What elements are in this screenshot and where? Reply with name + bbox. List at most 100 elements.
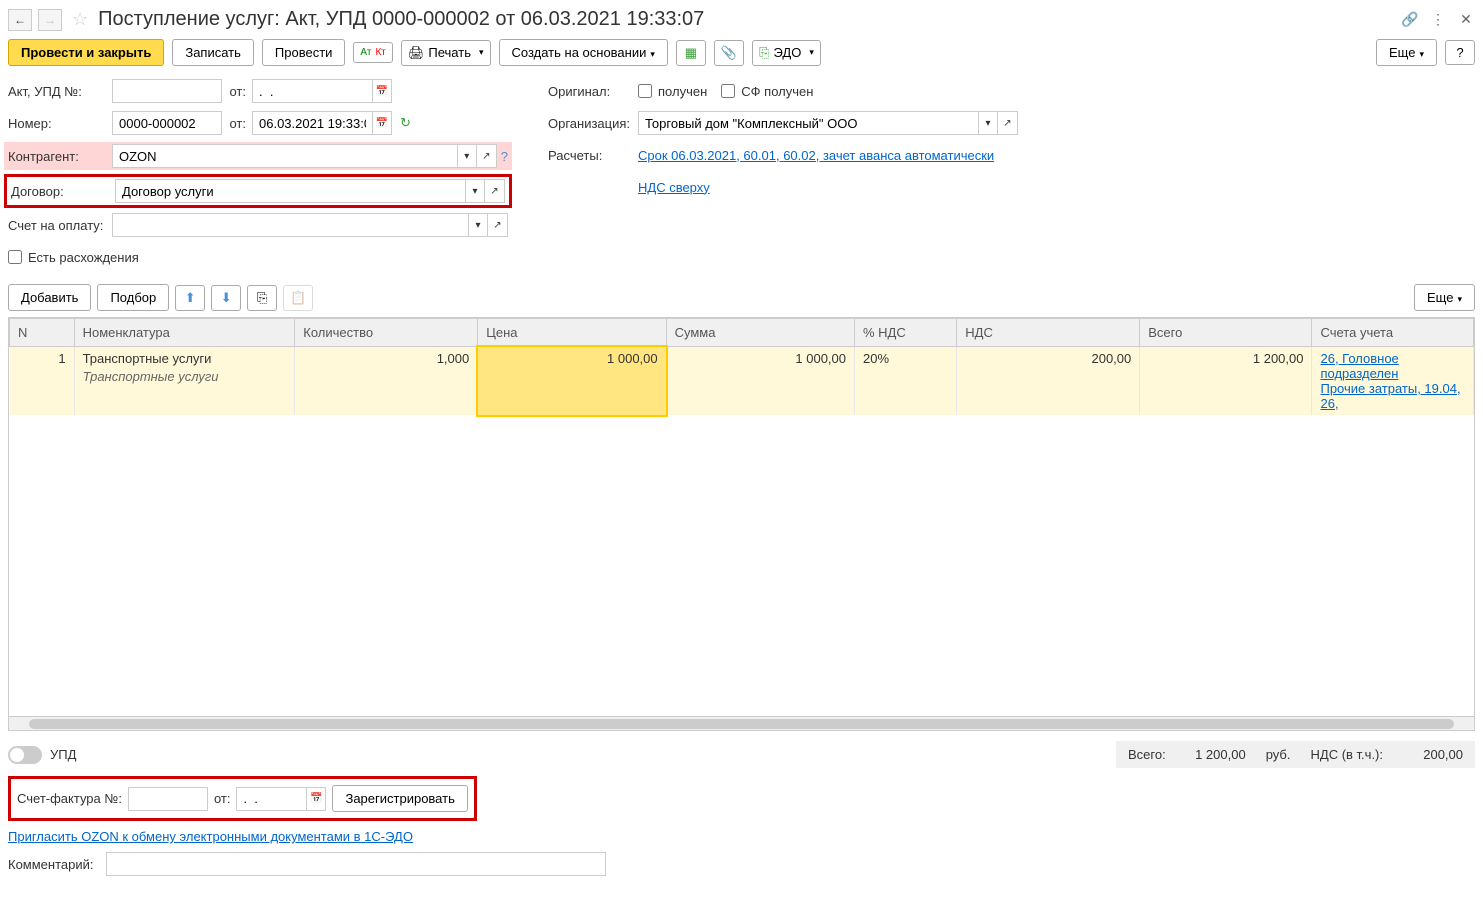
cell-vat-pct[interactable]: 20%: [855, 347, 957, 416]
col-nomenclature[interactable]: Номенклатура: [74, 319, 295, 347]
save-button[interactable]: Записать: [172, 39, 254, 66]
attachment-button[interactable]: 📎: [714, 40, 744, 66]
calendar-icon[interactable]: 📅: [306, 787, 326, 811]
original-label: Оригинал:: [548, 84, 638, 99]
calc-link[interactable]: Срок 06.03.2021, 60.01, 60.02, зачет ава…: [638, 148, 994, 163]
post-and-close-button[interactable]: Провести и закрыть: [8, 39, 164, 66]
items-table[interactable]: N Номенклатура Количество Цена Сумма % Н…: [8, 317, 1475, 717]
counterparty-input[interactable]: [112, 144, 457, 168]
paste-icon: 📋: [290, 290, 306, 306]
print-button[interactable]: 🖨Печать▾: [401, 40, 491, 66]
edo-icon: ⎘: [759, 45, 769, 61]
invoice-label: Счет-фактура №:: [17, 791, 122, 806]
more-button-toolbar[interactable]: Еще▾: [1376, 39, 1437, 66]
help-icon[interactable]: ?: [501, 149, 508, 164]
col-accounts[interactable]: Счета учета: [1312, 319, 1474, 347]
cell-quantity[interactable]: 1,000: [295, 347, 478, 416]
col-vat[interactable]: НДС: [957, 319, 1140, 347]
edo-button[interactable]: ⎘ЭДО▾: [752, 40, 821, 66]
chevron-down-icon[interactable]: ▾: [457, 144, 477, 168]
post-button[interactable]: Провести: [262, 39, 346, 66]
select-button[interactable]: Подбор: [97, 284, 169, 311]
open-icon[interactable]: ↗: [477, 144, 497, 168]
contract-input[interactable]: [115, 179, 465, 203]
number-date-input[interactable]: [252, 111, 372, 135]
nav-back-button[interactable]: ←: [8, 9, 32, 31]
cell-price[interactable]: 1 000,00: [478, 347, 666, 416]
col-total[interactable]: Всего: [1140, 319, 1312, 347]
invoice-acc-label: Счет на оплату:: [8, 218, 112, 233]
paperclip-icon: 📎: [721, 45, 737, 61]
sf-received-label: СФ получен: [741, 84, 813, 99]
open-icon[interactable]: ↗: [488, 213, 508, 237]
org-input[interactable]: [638, 111, 978, 135]
edo-invite-link[interactable]: Пригласить OZON к обмену электронными до…: [8, 829, 413, 844]
chevron-down-icon[interactable]: ▾: [468, 213, 488, 237]
counterparty-label: Контрагент:: [8, 149, 112, 164]
col-sum[interactable]: Сумма: [666, 319, 854, 347]
act-number-input[interactable]: [112, 79, 222, 103]
act-label: Акт, УПД №:: [8, 84, 112, 99]
move-down-button[interactable]: ⬇: [211, 285, 241, 311]
horizontal-scrollbar[interactable]: [8, 717, 1475, 731]
open-icon[interactable]: ↗: [998, 111, 1018, 135]
more-button-table[interactable]: Еще▾: [1414, 284, 1475, 311]
total-value: 1 200,00: [1186, 747, 1246, 762]
act-from-label: от:: [222, 84, 246, 99]
calendar-icon[interactable]: 📅: [372, 111, 392, 135]
create-based-on-button[interactable]: Создать на основании▾: [499, 39, 668, 66]
cell-n[interactable]: 1: [10, 347, 75, 416]
favorite-star-icon[interactable]: ☆: [72, 9, 88, 30]
link-icon[interactable]: 🔗: [1401, 11, 1419, 29]
col-quantity[interactable]: Количество: [295, 319, 478, 347]
copy-icon: ⎘: [257, 290, 267, 306]
structure-button[interactable]: ▦: [676, 40, 706, 66]
cell-accounts[interactable]: 26, Головное подразделен Прочие затраты,…: [1312, 347, 1474, 416]
chevron-down-icon[interactable]: ▾: [978, 111, 998, 135]
refresh-icon[interactable]: ↻: [400, 115, 411, 131]
chevron-down-icon[interactable]: ▾: [465, 179, 485, 203]
dtct-button[interactable]: АтКт: [353, 42, 392, 63]
copy-button[interactable]: ⎘: [247, 285, 277, 311]
calendar-icon[interactable]: 📅: [372, 79, 392, 103]
col-n[interactable]: N: [10, 319, 75, 347]
invoice-acc-input[interactable]: [112, 213, 468, 237]
act-date-input[interactable]: [252, 79, 372, 103]
col-vat-pct[interactable]: % НДС: [855, 319, 957, 347]
nav-forward-button[interactable]: →: [38, 9, 62, 31]
comment-label: Комментарий:: [8, 857, 98, 872]
vat-value: 200,00: [1403, 747, 1463, 762]
kebab-menu-icon[interactable]: ⋮: [1429, 11, 1447, 29]
received-label: получен: [658, 84, 707, 99]
discrepancy-checkbox[interactable]: [8, 250, 22, 264]
upd-toggle[interactable]: [8, 746, 42, 764]
help-button[interactable]: ?: [1445, 40, 1475, 65]
totals-box: Всего: 1 200,00 руб. НДС (в т.ч.): 200,0…: [1116, 741, 1475, 768]
register-button[interactable]: Зарегистрировать: [332, 785, 467, 812]
table-row[interactable]: 1 Транспортные услуги Транспортные услуг…: [10, 347, 1474, 416]
page-title: Поступление услуг: Акт, УПД 0000-000002 …: [98, 8, 1395, 31]
arrow-down-icon: ⬇: [221, 290, 232, 306]
cell-vat[interactable]: 200,00: [957, 347, 1140, 416]
invoice-date-input[interactable]: [236, 787, 306, 811]
cell-total[interactable]: 1 200,00: [1140, 347, 1312, 416]
received-checkbox[interactable]: [638, 84, 652, 98]
invoice-number-input[interactable]: [128, 787, 208, 811]
printer-icon: 🖨: [408, 45, 425, 61]
add-row-button[interactable]: Добавить: [8, 284, 91, 311]
move-up-button[interactable]: ⬆: [175, 285, 205, 311]
cell-sum[interactable]: 1 000,00: [666, 347, 854, 416]
number-from-label: от:: [222, 116, 246, 131]
paste-button[interactable]: 📋: [283, 285, 313, 311]
contract-label: Договор:: [11, 184, 115, 199]
cell-nomenclature[interactable]: Транспортные услуги Транспортные услуги: [74, 347, 295, 416]
comment-input[interactable]: [106, 852, 606, 876]
org-label: Организация:: [548, 116, 638, 131]
open-icon[interactable]: ↗: [485, 179, 505, 203]
vat-link[interactable]: НДС сверху: [638, 180, 710, 195]
col-price[interactable]: Цена: [478, 319, 666, 347]
sf-received-checkbox[interactable]: [721, 84, 735, 98]
close-icon[interactable]: ✕: [1457, 11, 1475, 29]
arrow-up-icon: ⬆: [185, 290, 196, 306]
number-input[interactable]: [112, 111, 222, 135]
